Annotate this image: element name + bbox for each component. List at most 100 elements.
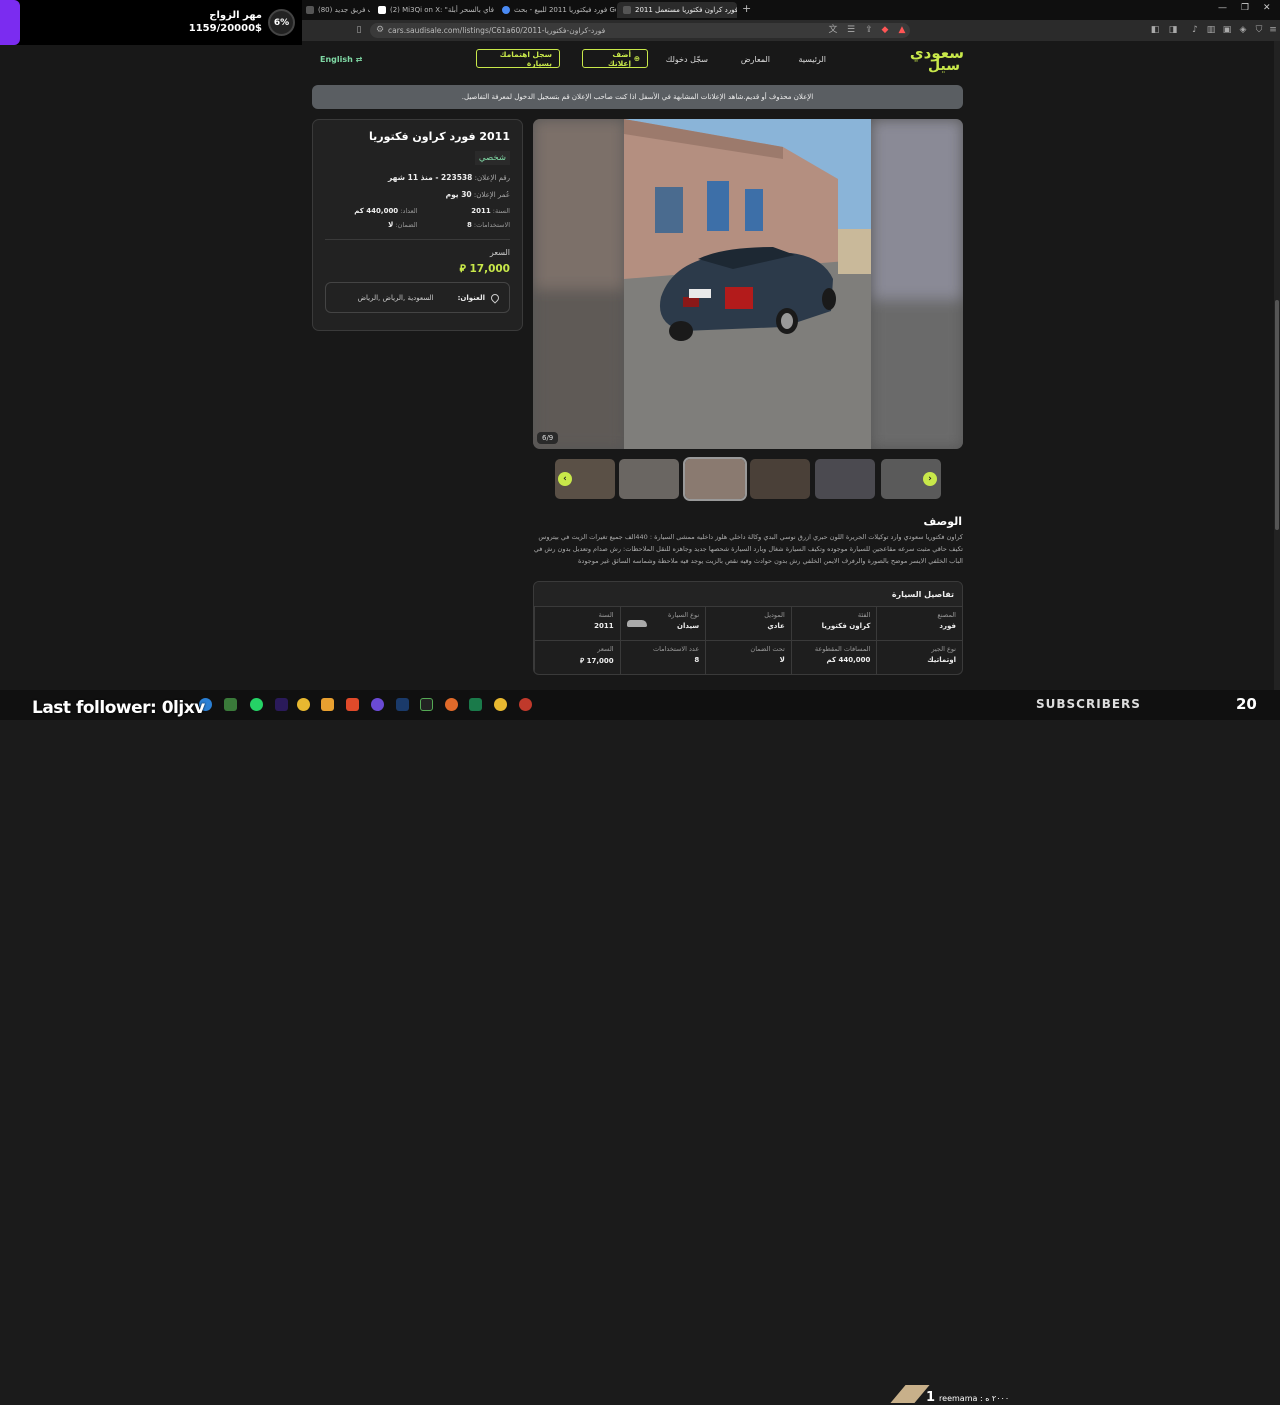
site-header: سعودي سيل الرئيسية المعارض سجّل دخولك ⊕ أ…	[312, 45, 964, 77]
tab-favicon-icon	[623, 6, 631, 14]
detail-year: السنة 2011	[534, 607, 620, 641]
wallet-icon[interactable]: ▣	[1222, 25, 1232, 35]
price-label: السعر	[489, 248, 510, 257]
brave-shield-icon[interactable]: ◆	[880, 25, 890, 35]
menu-icon[interactable]: ≡	[1268, 25, 1278, 35]
page-content: سعودي سيل الرئيسية المعارض سجّل دخولك ⊕ أ…	[0, 41, 1280, 690]
obs-icon[interactable]	[371, 698, 384, 711]
brave-rewards-icon[interactable]: ▲	[897, 25, 907, 35]
translate-icon[interactable]: 文	[828, 25, 838, 35]
thumbnail[interactable]	[750, 459, 810, 499]
car-photo	[533, 119, 963, 449]
detail-warranty: تحت الضمان لا	[705, 641, 791, 674]
stream-goal-overlay: مهر الزواج 1159/20000$ 6%	[0, 0, 302, 45]
detail-owners: عدد الاستخدامات 8	[619, 641, 706, 674]
detail-class: الفئة كراون فكتوريا	[790, 607, 877, 641]
goal-title: مهر الزواج	[209, 10, 262, 21]
x-logo-icon	[378, 6, 386, 14]
minimize-button[interactable]: —	[1218, 3, 1227, 13]
image-counter: 6/9	[537, 432, 559, 444]
ad-age-row: عُمر الإعلان: 30 يوم	[445, 190, 510, 199]
sedan-icon	[626, 620, 647, 627]
maximize-button[interactable]: ❐	[1241, 3, 1249, 13]
bookmark-icon[interactable]: ▯	[354, 25, 364, 35]
sidebar-icon[interactable]: ▥	[1206, 25, 1216, 35]
latest-donation: 1 reemama : ٢٠٠٠ ه	[926, 1390, 1010, 1405]
shield-icon[interactable]: ⛉	[1254, 25, 1264, 35]
car-wheel	[822, 288, 836, 310]
extension-icon[interactable]: ◨	[1168, 25, 1178, 35]
site-info-icon[interactable]: ⚙	[375, 25, 385, 35]
terminal-icon[interactable]	[420, 698, 433, 711]
extension-icon[interactable]: ◧	[1150, 25, 1160, 35]
share-icon[interactable]: ⇪	[864, 25, 874, 35]
tab-favicon-icon	[306, 6, 314, 14]
distant-building	[838, 229, 871, 274]
music-icon[interactable]: ♪	[1190, 25, 1200, 35]
warranty-spec: الضمان: لا	[388, 221, 418, 229]
car-photo-gallery[interactable]: 6/9	[533, 119, 963, 449]
listing-title: 2011 فورد كراون فكتوريا	[368, 130, 510, 143]
add-listing-button[interactable]: ⊕ أضف إعلانك	[582, 49, 648, 68]
listing-info-card: 2011 فورد كراون فكتوريا شخصي رقم الإعلان…	[312, 119, 523, 331]
register-interest-button[interactable]: سجل اهتمامك بسيارة	[476, 49, 560, 68]
plus-circle-icon: ⊕	[631, 54, 640, 63]
riyal-icon: ⃁	[459, 263, 466, 275]
app-icon[interactable]	[519, 698, 532, 711]
thumbnail[interactable]	[815, 459, 875, 499]
site-logo[interactable]: سعودي سيل	[910, 46, 964, 74]
goal-accent-bar	[0, 0, 20, 45]
divider	[325, 239, 510, 240]
ad-number-row: رقم الإعلان: 223538 - منذ 11 شهر	[388, 173, 510, 182]
thumbnail-strip: ‹ ›	[555, 457, 941, 501]
thumbnail[interactable]	[619, 459, 679, 499]
google-icon	[502, 6, 510, 14]
thumbnail-active[interactable]	[683, 457, 747, 501]
address-box: العنوان: السعودية ,الرياض ,الرياض	[325, 282, 510, 313]
reader-icon[interactable]: ☰	[846, 25, 856, 35]
seller-type-badge: شخصي	[474, 151, 510, 165]
new-tab-button[interactable]: +	[742, 2, 751, 15]
store-icon[interactable]	[224, 698, 237, 711]
nav-login[interactable]: سجّل دخولك	[666, 55, 708, 64]
riyal-icon: ⃁	[579, 657, 585, 665]
description-heading: الوصف	[923, 515, 962, 528]
language-switch[interactable]: English ⇄	[320, 55, 362, 64]
car-tail-light	[725, 287, 753, 309]
excel-icon[interactable]	[469, 698, 482, 711]
brave-icon[interactable]	[346, 698, 359, 711]
file-explorer-icon[interactable]	[321, 698, 334, 711]
donation-stripe	[890, 1385, 930, 1403]
vpn-icon[interactable]: ◈	[1238, 25, 1248, 35]
steam-icon[interactable]	[396, 698, 409, 711]
address-value: السعودية ,الرياض ,الرياض	[357, 293, 434, 302]
location-pin-icon	[489, 291, 501, 304]
chrome-icon[interactable]	[494, 698, 507, 711]
listing-specs: السنة: 2011 العداد: 440,000 كم الاستخدام…	[325, 207, 510, 229]
goal-amount: 1159/20000$	[188, 23, 262, 34]
address-label: العنوان:	[457, 293, 485, 302]
car-license-plate	[689, 289, 711, 298]
scrollbar-thumb[interactable]	[1275, 300, 1279, 530]
nav-showrooms[interactable]: المعارض	[741, 55, 770, 64]
detail-price: السعر 17,000 ⃁	[534, 641, 620, 674]
firefox-icon[interactable]	[445, 698, 458, 711]
detail-model: الموديل عادي	[705, 607, 791, 641]
browser-tab[interactable]: (2) Mi3Qi on X: "ر لنا فاي بالسحر أبلة"	[372, 2, 494, 18]
browser-tab-active[interactable]: 2011 فورد كراون فكتوريا مستعمل✕	[617, 2, 737, 18]
browser-tab[interactable]: فورد فيكتوريا 2011 للبيع - بحث Google	[496, 2, 616, 18]
thumbnail-prev-arrow-icon[interactable]: ‹	[558, 472, 572, 486]
chrome-icon[interactable]	[297, 698, 310, 711]
whatsapp-icon[interactable]	[250, 698, 263, 711]
close-window-button[interactable]: ✕	[1263, 3, 1271, 13]
detail-body-type: نوع السيارة سيدان	[619, 607, 706, 641]
browser-tab[interactable]: (80) دخلت فريق جديد	[300, 2, 370, 18]
last-follower-overlay: Last follower: 0ljxv	[32, 698, 205, 718]
nav-home[interactable]: الرئيسية	[798, 55, 826, 64]
car-details-table: تفاصيل السيارة المصنع فورد الفئة كراون فكت…	[533, 581, 963, 675]
details-grid: المصنع فورد الفئة كراون فكتوريا الموديل عاد…	[534, 607, 962, 674]
premiere-icon[interactable]	[275, 698, 288, 711]
thumbnail-next-arrow-icon[interactable]: ›	[923, 472, 937, 486]
building-window	[655, 187, 683, 233]
building-window	[707, 181, 729, 231]
